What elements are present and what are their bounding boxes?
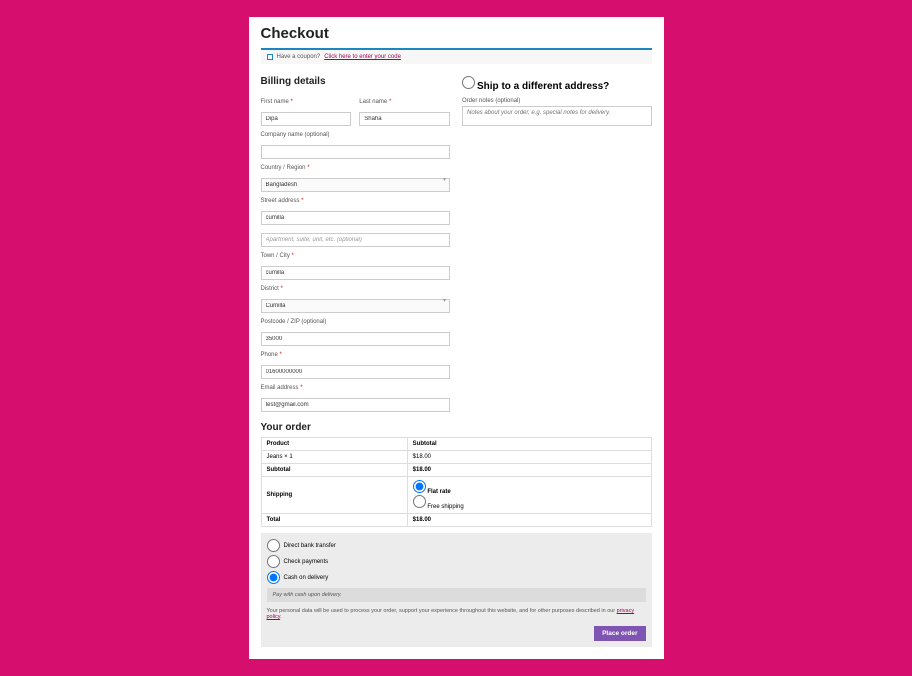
street2-input[interactable] (261, 233, 451, 247)
ship-different-radio[interactable] (462, 76, 475, 89)
table-row: Shipping Flat rate Free shipping (261, 477, 651, 514)
ship-different-heading: Ship to a different address? (462, 76, 652, 92)
last-name-label: Last name * (359, 99, 450, 105)
company-label: Company name (optional) (261, 132, 451, 138)
first-name-input[interactable] (261, 112, 352, 126)
first-name-label: First name * (261, 99, 352, 105)
email-input[interactable] (261, 398, 451, 412)
coupon-notice: Have a coupon? Click here to enter your … (261, 48, 652, 64)
page-title: Checkout (261, 25, 652, 42)
table-row: Subtotal $18.00 (261, 464, 651, 477)
postcode-label: Postcode / ZIP (optional) (261, 319, 451, 325)
table-row: Jeans × 1 $18.00 (261, 451, 651, 464)
city-input[interactable] (261, 266, 451, 280)
item-name: Jeans × 1 (261, 451, 407, 464)
ship-free-option[interactable]: Free shipping (413, 495, 646, 510)
total-value: $18.00 (413, 517, 431, 523)
order-notes-input[interactable] (462, 106, 652, 126)
subtotal-label: Subtotal (261, 464, 407, 477)
payment-box: Direct bank transfer Check payments Cash… (261, 533, 652, 647)
country-label: Country / Region * (261, 165, 451, 171)
checkout-page: Checkout Have a coupon? Click here to en… (249, 17, 664, 659)
shipping-column: Ship to a different address? Order notes… (462, 76, 652, 412)
company-input[interactable] (261, 145, 451, 159)
table-row: Total $18.00 (261, 514, 651, 527)
country-select[interactable]: Bangladesh (261, 178, 451, 192)
email-label: Email address * (261, 385, 451, 391)
pay-option-bank[interactable]: Direct bank transfer (267, 539, 646, 552)
phone-input[interactable] (261, 365, 451, 379)
street-label: Street address * (261, 198, 451, 204)
subtotal-value: $18.00 (413, 467, 431, 473)
order-heading: Your order (261, 422, 652, 433)
order-table: Product Subtotal Jeans × 1 $18.00 Subtot… (261, 437, 652, 527)
col-subtotal: Subtotal (407, 438, 651, 451)
coupon-icon (267, 54, 273, 60)
billing-column: Billing details First name * Last name *… (261, 76, 451, 412)
district-label: District * (261, 286, 451, 292)
pay-option-check[interactable]: Check payments (267, 555, 646, 568)
city-label: Town / City * (261, 253, 451, 259)
billing-heading: Billing details (261, 76, 451, 87)
item-price: $18.00 (407, 451, 651, 464)
street1-input[interactable] (261, 211, 451, 225)
district-select[interactable]: Cumilla (261, 299, 451, 313)
privacy-text: Your personal data will be used to proce… (267, 608, 646, 620)
total-label: Total (261, 514, 407, 527)
place-order-button[interactable]: Place order (594, 626, 645, 641)
postcode-input[interactable] (261, 332, 451, 346)
col-product: Product (261, 438, 407, 451)
coupon-link[interactable]: Click here to enter your code (324, 54, 401, 60)
shipping-label: Shipping (261, 477, 407, 514)
table-header-row: Product Subtotal (261, 438, 651, 451)
order-notes-label: Order notes (optional) (462, 98, 652, 104)
coupon-text: Have a coupon? (277, 54, 321, 60)
phone-label: Phone * (261, 352, 451, 358)
pay-option-cod[interactable]: Cash on delivery (267, 571, 646, 584)
ship-flat-option[interactable]: Flat rate (413, 480, 646, 495)
last-name-input[interactable] (359, 112, 450, 126)
